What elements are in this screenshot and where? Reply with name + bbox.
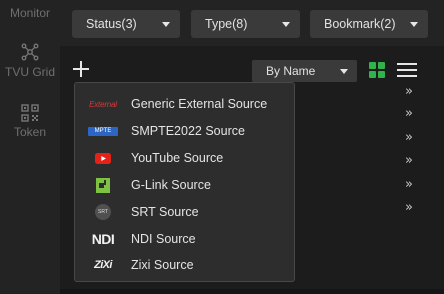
caret-down-icon <box>282 21 290 27</box>
menu-item-label: Zixi Source <box>131 258 194 272</box>
bookmark-filter-dropdown[interactable]: Bookmark(2) <box>310 10 428 38</box>
zixi-icon: ZiXi <box>94 259 112 271</box>
sidebar-item-label: Token <box>13 125 47 139</box>
smpte-icon: MPTE <box>75 126 131 136</box>
add-source-button[interactable] <box>72 60 90 78</box>
grid-cell <box>369 71 376 78</box>
list-line <box>397 69 417 71</box>
srt-icon: SRT <box>75 204 131 220</box>
menu-item-smpte2022[interactable]: MPTE SMPTE2022 Source <box>75 118 294 144</box>
status-filter-dropdown[interactable]: Status(3) <box>72 10 180 38</box>
menu-item-label: G-Link Source <box>131 178 211 192</box>
list-line <box>397 63 417 65</box>
sidebar-item-label: TVU Grid <box>4 65 55 79</box>
menu-item-srt[interactable]: SRT SRT Source <box>75 199 294 225</box>
sidebar: Monitor TVU Grid Token <box>0 0 60 294</box>
external-icon: External <box>89 99 117 109</box>
expand-chevron-icon[interactable]: » <box>405 130 413 145</box>
menu-item-label: NDI Source <box>131 232 196 246</box>
caret-down-icon <box>410 21 418 27</box>
menu-item-label: YouTube Source <box>131 151 224 165</box>
qr-code-icon <box>21 104 39 122</box>
sort-dropdown[interactable]: By Name <box>252 60 357 82</box>
sidebar-item-token[interactable]: Token <box>0 104 60 139</box>
sidebar-item-tvu-grid[interactable]: TVU Grid <box>0 42 60 79</box>
bookmark-filter-label: Bookmark(2) <box>324 17 396 31</box>
expand-chevron-icon[interactable]: » <box>405 200 413 215</box>
youtube-icon <box>75 152 131 164</box>
caret-down-icon <box>162 21 170 27</box>
sort-label: By Name <box>266 64 316 78</box>
expand-chevron-icon[interactable]: » <box>405 106 413 121</box>
menu-item-glink[interactable]: G-Link Source <box>75 172 294 198</box>
menu-item-label: Generic External Source <box>131 97 268 111</box>
expand-chevron-icon[interactable]: » <box>405 153 413 168</box>
menu-item-label: SRT Source <box>131 205 199 219</box>
list-line <box>397 75 417 77</box>
menu-item-ndi[interactable]: NDI NDI Source <box>75 226 294 252</box>
add-source-menu: External Generic External Source MPTE SM… <box>74 82 295 282</box>
grid-cell <box>378 71 385 78</box>
caret-down-icon <box>340 68 348 74</box>
sidebar-item-label: Monitor <box>9 6 50 20</box>
filter-bar: Status(3) Type(8) Bookmark(2) <box>60 0 444 46</box>
ndi-icon: NDI <box>91 231 115 247</box>
expand-chevron-icon[interactable]: » <box>405 84 413 99</box>
grid-cell <box>378 62 385 69</box>
type-filter-label: Type(8) <box>205 17 248 31</box>
grid-network-icon <box>21 43 39 61</box>
list-view-button[interactable] <box>397 62 417 79</box>
menu-item-zixi[interactable]: ZiXi Zixi Source <box>75 252 294 278</box>
type-filter-dropdown[interactable]: Type(8) <box>191 10 300 38</box>
menu-item-youtube[interactable]: YouTube Source <box>75 145 294 171</box>
sidebar-item-monitor[interactable]: Monitor <box>0 6 60 20</box>
bottom-edge <box>60 289 444 294</box>
glink-icon <box>75 177 131 193</box>
status-filter-label: Status(3) <box>86 17 137 31</box>
grid-view-button[interactable] <box>369 62 386 79</box>
menu-item-label: SMPTE2022 Source <box>131 124 245 138</box>
grid-cell <box>369 62 376 69</box>
expand-chevron-icon[interactable]: » <box>405 177 413 192</box>
menu-item-generic-external[interactable]: External Generic External Source <box>75 91 294 117</box>
